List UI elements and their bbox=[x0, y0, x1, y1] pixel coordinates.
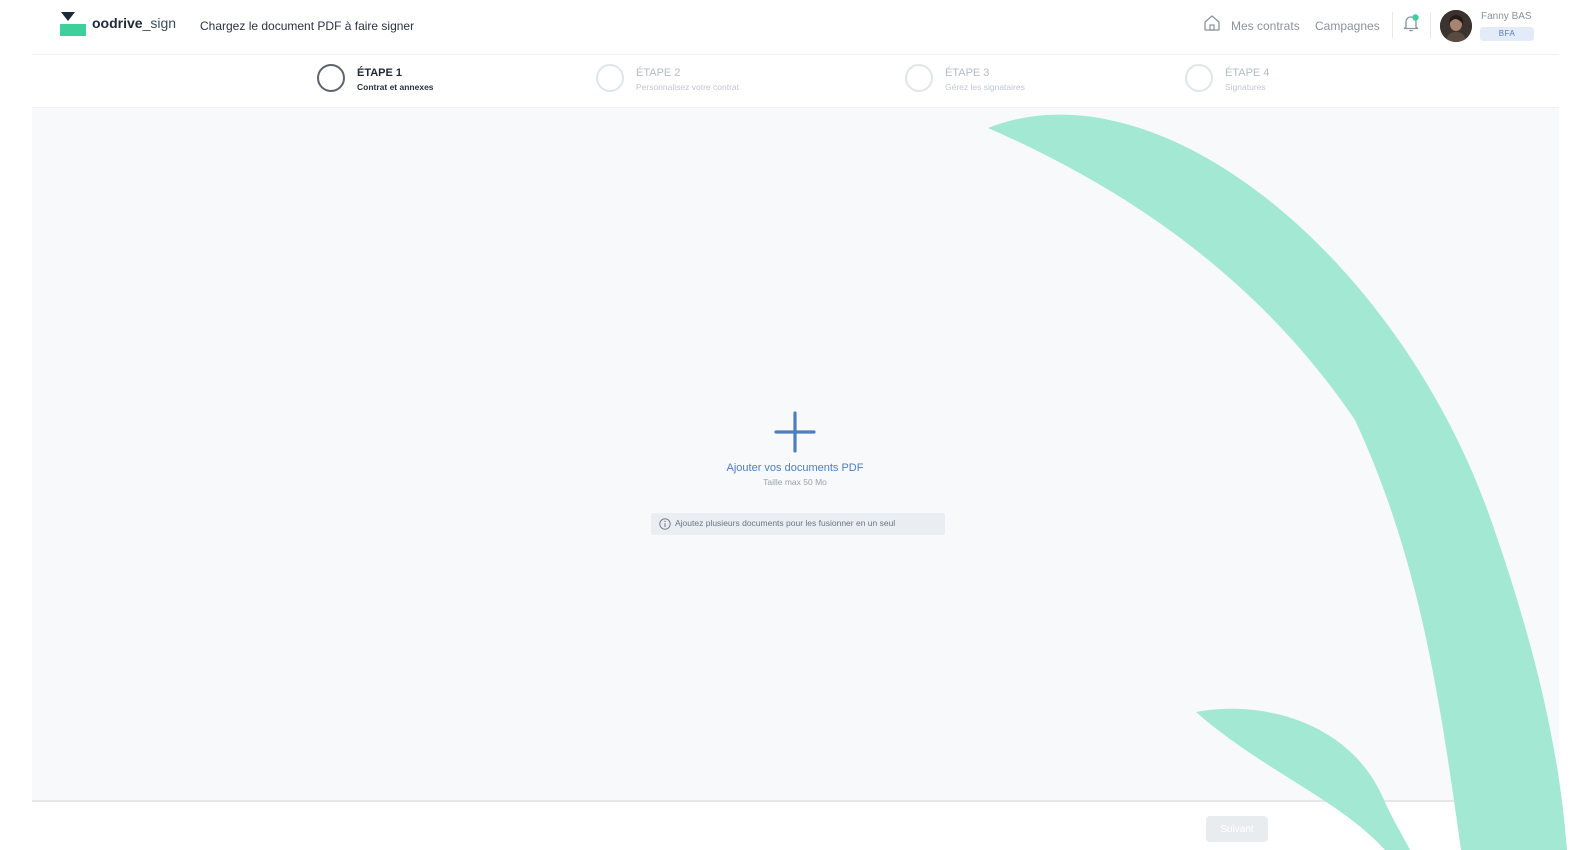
merge-hint-text: Ajoutez plusieurs documents pour les fus… bbox=[675, 518, 896, 528]
step-subtitle: Personnalisez votre contrat bbox=[636, 82, 739, 92]
step-label: ÉTAPE 2 bbox=[636, 67, 681, 79]
page-title: Chargez le document PDF à faire signer bbox=[200, 19, 415, 33]
brand-name[interactable]: oodrive_sign bbox=[92, 15, 176, 31]
step-indicator-icon bbox=[1185, 64, 1213, 92]
oodrive-logo-icon[interactable] bbox=[60, 12, 86, 36]
step-label: ÉTAPE 1 bbox=[357, 67, 403, 79]
upload-size-limit: Taille max 50 Mo bbox=[763, 477, 827, 487]
brand-name-suffix: _sign bbox=[142, 15, 177, 31]
notification-bell-icon[interactable] bbox=[1401, 13, 1421, 33]
home-icon[interactable] bbox=[1203, 14, 1221, 32]
step-indicator-icon bbox=[317, 64, 345, 92]
header-divider bbox=[1392, 12, 1393, 38]
step-label: ÉTAPE 3 bbox=[945, 67, 990, 79]
step-indicator-icon bbox=[596, 64, 624, 92]
info-icon bbox=[659, 518, 671, 530]
brand-name-bold: oodrive bbox=[92, 15, 143, 31]
step-subtitle: Contrat et annexes bbox=[357, 82, 434, 92]
avatar-photo-icon bbox=[1440, 10, 1472, 42]
header-divider bbox=[1430, 12, 1431, 38]
next-button[interactable]: Suivant bbox=[1206, 816, 1268, 842]
plus-icon bbox=[774, 411, 816, 453]
top-header: oodrive_sign Chargez le document PDF à f… bbox=[0, 0, 1591, 54]
step-subtitle: Gérez les signataires bbox=[945, 82, 1025, 92]
add-documents-button[interactable]: Ajouter vos documents PDF Taille max 50 … bbox=[700, 410, 890, 487]
nav-link-campaigns[interactable]: Campagnes bbox=[1315, 19, 1380, 33]
step-subtitle: Signatures bbox=[1225, 82, 1266, 92]
step-indicator-icon bbox=[905, 64, 933, 92]
user-initials-badge: BFA bbox=[1480, 27, 1534, 41]
user-avatar[interactable] bbox=[1440, 10, 1472, 42]
app-page: oodrive_sign Chargez le document PDF à f… bbox=[0, 0, 1591, 850]
merge-hint-banner: Ajoutez plusieurs documents pour les fus… bbox=[651, 513, 945, 535]
stepper: ÉTAPE 1 Contrat et annexes ÉTAPE 2 Perso… bbox=[32, 54, 1559, 108]
nav-link-my-contracts[interactable]: Mes contrats bbox=[1231, 19, 1300, 33]
step-label: ÉTAPE 4 bbox=[1225, 67, 1270, 79]
user-name[interactable]: Fanny BAS bbox=[1481, 11, 1532, 22]
upload-title: Ajouter vos documents PDF bbox=[726, 462, 864, 474]
